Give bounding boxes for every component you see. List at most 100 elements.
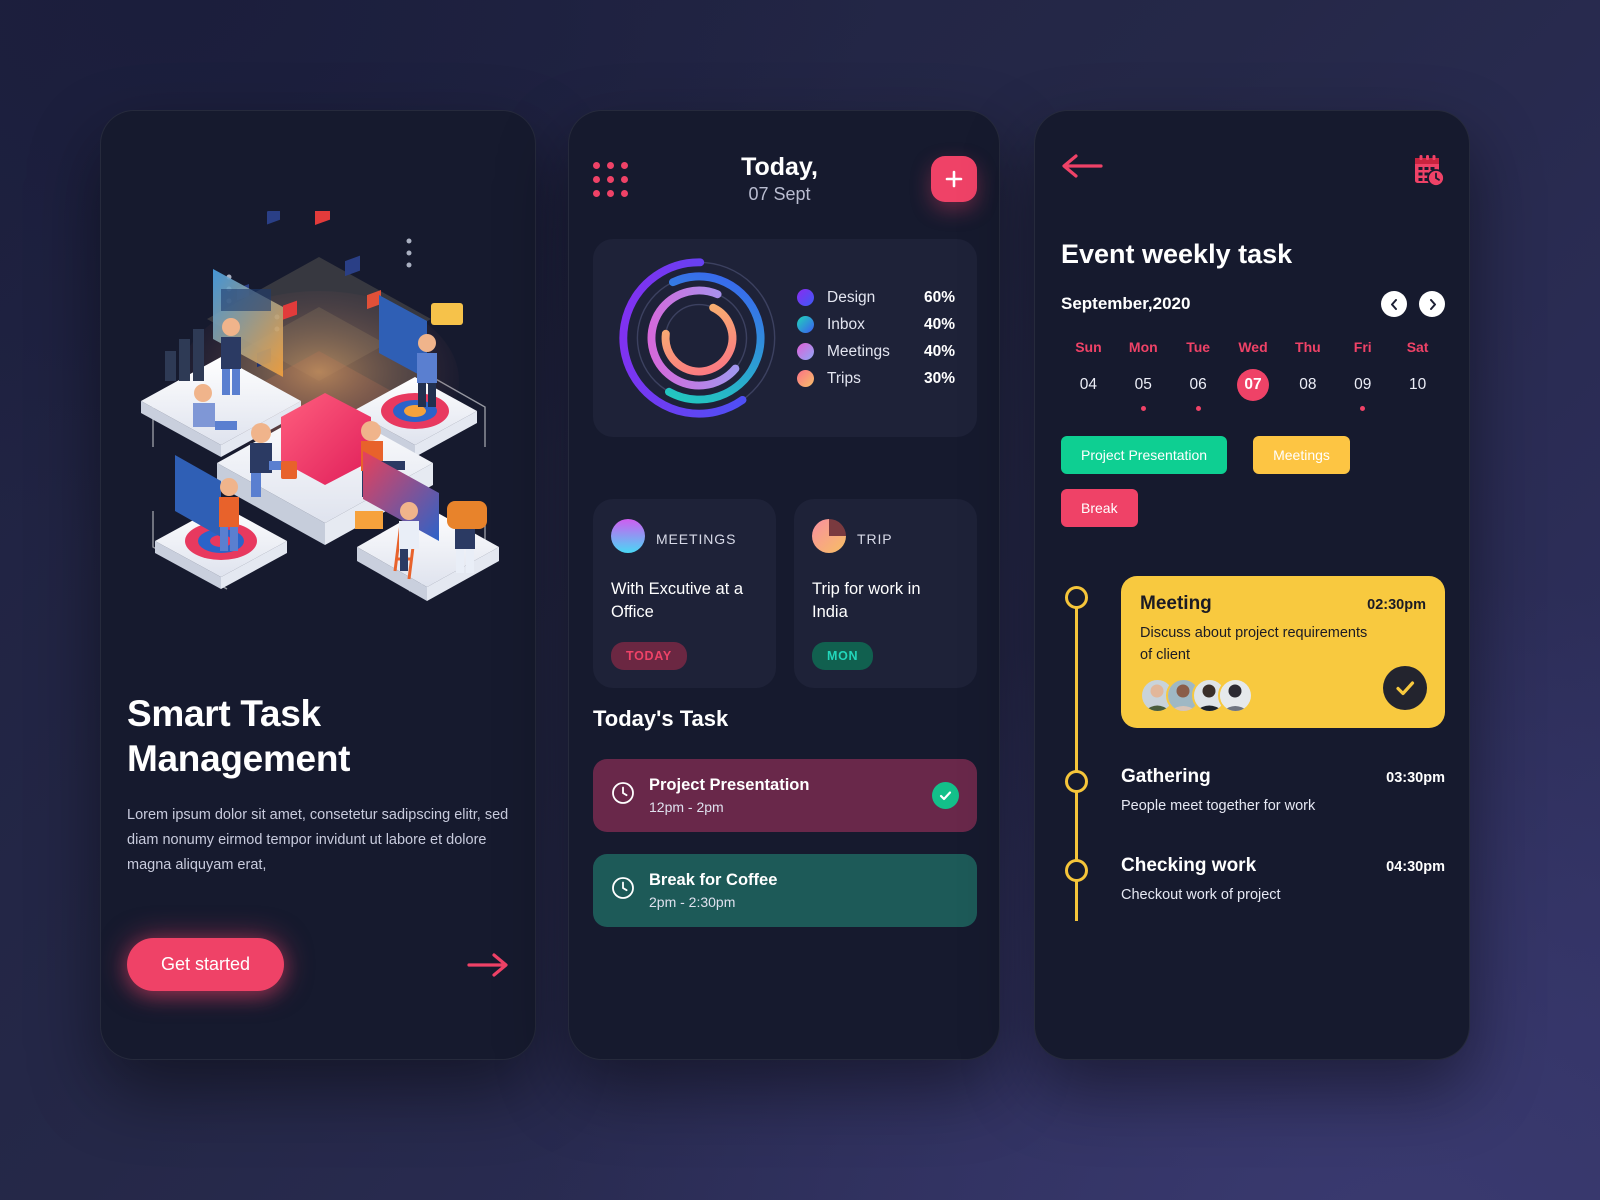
trip-category-card[interactable]: TRIP Trip for work in India MON	[794, 499, 977, 688]
timeline-event-desc: Discuss about project requirements of cl…	[1140, 625, 1368, 663]
timeline-event-time: 03:30pm	[1386, 769, 1445, 786]
timeline-card-highlighted[interactable]: Meeting 02:30pm Discuss about project re…	[1121, 576, 1445, 728]
legend-color-swatch	[797, 370, 814, 387]
timeline-event-name: Gathering	[1121, 765, 1211, 787]
card-header: TRIP	[812, 519, 959, 558]
day-column-fri[interactable]: Fri 09	[1335, 339, 1390, 411]
onboarding-panel: Smart Task Management Lorem ipsum dolor …	[100, 110, 536, 1060]
legend-item: Design 60%	[797, 289, 955, 307]
legend-label: Meetings	[827, 342, 890, 360]
activity-donut-chart	[619, 258, 779, 418]
get-started-button[interactable]: Get started	[127, 938, 285, 991]
today-date: 07 Sept	[748, 184, 811, 204]
card-title: With Excutive at a Office	[611, 580, 744, 622]
clock-icon	[611, 876, 635, 905]
day-number: 05	[1134, 376, 1152, 393]
hero-text-block: Smart Task Management Lorem ipsum dolor …	[127, 691, 511, 878]
tag-break[interactable]: Break	[1061, 489, 1138, 527]
plus-icon	[945, 170, 963, 188]
timeline-item-checking-work[interactable]: Checking work 04:30pm Checkout work of p…	[1061, 849, 1445, 907]
timeline-node	[1065, 586, 1088, 609]
today-title: Today,	[741, 153, 818, 181]
timeline-event-name: Checking work	[1121, 855, 1257, 877]
isometric-teamwork-illustration	[141, 211, 499, 601]
chevron-right-icon[interactable]	[1419, 291, 1445, 317]
arrow-left-icon[interactable]	[1061, 153, 1103, 179]
task-row[interactable]: Project Presentation 12pm - 2pm	[593, 759, 977, 832]
avatar[interactable]	[1218, 677, 1253, 713]
day-column-tue[interactable]: Tue 06	[1171, 339, 1226, 411]
legend-label: Inbox	[827, 315, 865, 333]
timeline-item-meeting[interactable]: Meeting 02:30pm Discuss about project re…	[1061, 576, 1445, 728]
timeline-item-gathering[interactable]: Gathering 03:30pm People meet together f…	[1061, 760, 1445, 818]
day-column-thu[interactable]: Thu 08	[1280, 339, 1335, 411]
grid-dots-icon[interactable]	[593, 161, 628, 197]
day-column-wed-selected[interactable]: Wed 07	[1226, 339, 1281, 411]
month-nav-group	[1381, 291, 1445, 317]
meetings-category-card[interactable]: MEETINGS With Excutive at a Office TODAY	[593, 499, 776, 688]
timeline-card-header: Gathering 03:30pm	[1121, 766, 1445, 788]
day-name: Sat	[1406, 339, 1429, 355]
legend-value: 40%	[923, 315, 955, 333]
tag-project-presentation[interactable]: Project Presentation	[1061, 436, 1228, 474]
legend-color-swatch	[797, 316, 814, 333]
gradient-circle-icon	[611, 519, 645, 558]
day-column-mon[interactable]: Mon 05	[1116, 339, 1171, 411]
day-event-dot	[1140, 406, 1146, 411]
day-column-sat[interactable]: Sat 10	[1390, 339, 1445, 411]
task-title: Project Presentation	[649, 776, 810, 794]
day-number: 06	[1189, 376, 1207, 393]
chart-legend: Design 60% Inbox 40% Meetings 40% Trips …	[787, 280, 977, 397]
card-kind-label: MEETINGS	[656, 530, 737, 547]
day-name: Sun	[1075, 339, 1102, 355]
today-dashboard-panel: Today, 07 Sept Design 60% Inbox 40% Meet…	[568, 110, 1000, 1060]
tag-meetings[interactable]: Meetings	[1253, 436, 1350, 474]
task-title: Break for Coffee	[649, 871, 778, 889]
page-title: Smart Task Management	[127, 691, 511, 781]
legend-label: Trips	[827, 369, 861, 387]
legend-color-swatch	[797, 289, 814, 306]
calendar-clock-icon[interactable]	[1411, 153, 1445, 192]
day-name: Tue	[1186, 339, 1211, 355]
pie-chart-icon	[812, 519, 846, 558]
task-body: Break for Coffee 2pm - 2:30pm	[649, 871, 959, 910]
task-row[interactable]: Break for Coffee 2pm - 2:30pm	[593, 854, 977, 927]
task-done-check-icon[interactable]	[932, 782, 959, 809]
day-number: 08	[1299, 376, 1317, 393]
day-event-dot	[1195, 406, 1201, 411]
day-name: Mon	[1128, 339, 1158, 355]
category-cards-row: MEETINGS With Excutive at a Office TODAY	[593, 499, 977, 688]
event-category-tags: Project Presentation Meetings Break	[1061, 436, 1445, 527]
task-time: 12pm - 2pm	[649, 799, 724, 815]
add-task-button[interactable]	[931, 156, 977, 202]
legend-item: Trips 30%	[797, 370, 955, 388]
timeline-node	[1065, 769, 1088, 793]
month-selector: September,2020	[1061, 291, 1445, 317]
app-screenshot: Smart Task Management Lorem ipsum dolor …	[0, 0, 1600, 1200]
legend-label: Design	[827, 288, 876, 306]
activity-donut-chart-card: Design 60% Inbox 40% Meetings 40% Trips …	[593, 239, 977, 437]
day-number: 04	[1079, 376, 1098, 393]
header-title-block: Today, 07 Sept	[642, 153, 917, 205]
hero-description: Lorem ipsum dolor sit amet, consetetur s…	[127, 807, 509, 874]
timeline-event-name: Meeting	[1140, 593, 1212, 614]
month-label: September,2020	[1061, 294, 1191, 313]
status-badge: TODAY	[611, 642, 687, 670]
day-name: Thu	[1295, 339, 1321, 355]
task-body: Project Presentation 12pm - 2pm	[649, 776, 918, 815]
event-page-title: Event weekly task	[1061, 239, 1293, 269]
timeline-card-plain: Checking work 04:30pm Checkout work of p…	[1121, 849, 1445, 907]
card-title: Trip for work in India	[812, 580, 921, 622]
task-list: Project Presentation 12pm - 2pm Break fo…	[593, 759, 977, 927]
day-name: Fri	[1353, 339, 1372, 355]
page-title-line1: Smart Task	[127, 693, 321, 734]
timeline-event-desc: Checkout work of project	[1121, 887, 1281, 904]
chevron-left-icon[interactable]	[1381, 291, 1407, 317]
event-timeline: Meeting 02:30pm Discuss about project re…	[1061, 576, 1445, 939]
day-column-sun[interactable]: Sun 04	[1061, 339, 1116, 411]
task-time: 2pm - 2:30pm	[649, 894, 736, 910]
day-event-dot	[1360, 406, 1366, 411]
timeline-card-header: Meeting 02:30pm	[1140, 593, 1426, 615]
arrow-right-icon[interactable]	[467, 952, 511, 978]
check-icon[interactable]	[1383, 665, 1427, 710]
